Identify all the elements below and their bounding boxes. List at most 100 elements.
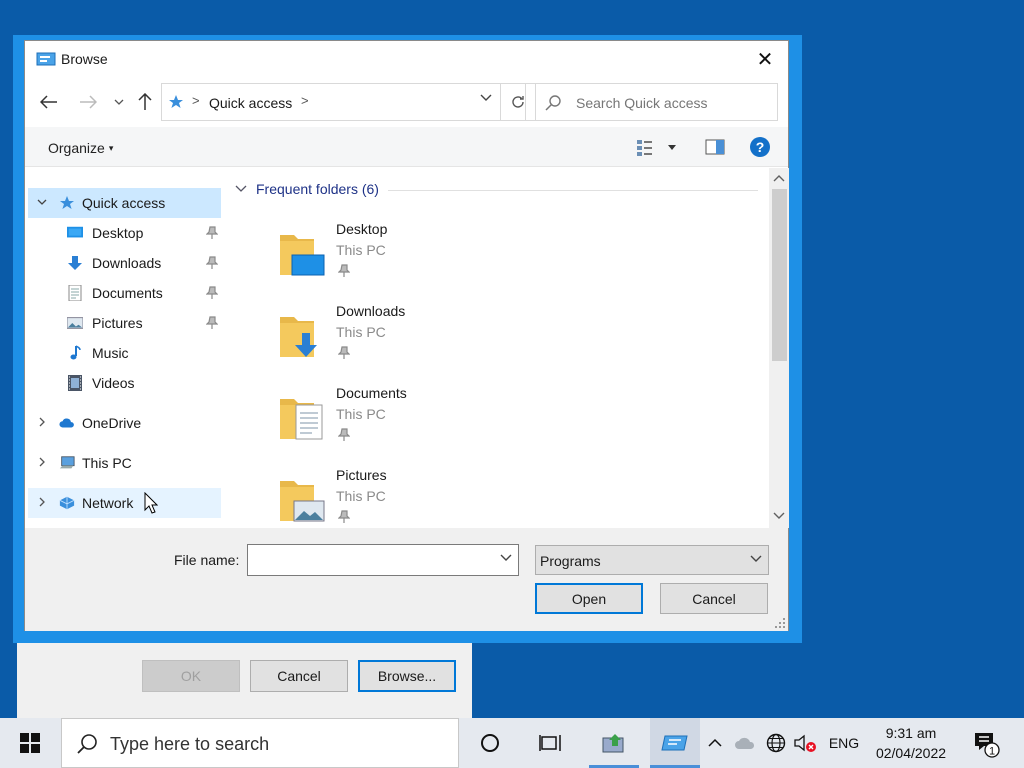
network-tray-button[interactable] [763, 718, 789, 768]
folder-location: This PC [336, 242, 386, 258]
clock-date: 02/04/2022 [875, 745, 947, 761]
run-app-icon [661, 735, 688, 751]
sidebar-item-label: Videos [92, 375, 135, 391]
taskbar-app-run[interactable] [650, 718, 700, 768]
volume-muted-icon [794, 734, 816, 752]
dialog-title: Browse [61, 51, 108, 67]
sidebar-item-label: OneDrive [82, 415, 142, 431]
scroll-up-arrow-icon[interactable] [773, 173, 785, 183]
organize-button[interactable]: Organize ▾ [48, 140, 113, 156]
sidebar-item-documents[interactable]: Documents [28, 278, 221, 308]
sidebar-item-label: Network [82, 495, 134, 511]
background-cancel-button[interactable]: Cancel [250, 660, 348, 692]
sidebar-item-label: Quick access [82, 195, 166, 211]
chevron-up-icon [708, 738, 722, 747]
title-bar[interactable]: Browse ✕ [25, 41, 788, 77]
pin-icon [338, 346, 350, 359]
action-center-button[interactable]: 1 [966, 718, 1006, 768]
scrollbar-thumb[interactable] [772, 189, 787, 361]
start-button[interactable] [0, 718, 60, 768]
file-type-select[interactable]: Programs [535, 545, 769, 575]
change-view-icon[interactable] [636, 137, 656, 157]
windows-logo-icon [20, 733, 40, 753]
preview-pane-icon[interactable] [705, 137, 725, 157]
address-dropdown-icon[interactable] [480, 92, 492, 102]
back-arrow-icon[interactable] [38, 91, 60, 113]
sidebar-item-pictures[interactable]: Pictures [28, 308, 221, 338]
list-item-documents[interactable]: Documents This PC [278, 385, 528, 457]
sidebar-item-music[interactable]: Music [28, 338, 221, 368]
expand-chevron-icon[interactable] [36, 496, 48, 508]
onedrive-tray-button[interactable] [732, 718, 758, 768]
sidebar-item-network[interactable]: Network [28, 488, 221, 518]
sidebar-item-this-pc[interactable]: This PC [28, 448, 221, 478]
sidebar-item-quick-access[interactable]: Quick access [28, 188, 221, 218]
forward-arrow-icon[interactable] [77, 91, 99, 113]
expand-chevron-icon[interactable] [36, 416, 48, 428]
scroll-down-arrow-icon[interactable] [773, 511, 785, 521]
this-pc-icon [59, 456, 75, 469]
folder-name: Desktop [336, 221, 388, 237]
recent-locations-chevron-icon[interactable] [108, 91, 130, 113]
folder-name: Downloads [336, 303, 406, 319]
address-bar[interactable]: > Quick access > [161, 83, 501, 121]
show-hidden-icons-button[interactable] [704, 718, 726, 768]
command-toolbar: Organize ▾ ? [25, 127, 788, 167]
run-app-icon [36, 52, 56, 66]
resize-grip-icon[interactable] [774, 617, 786, 629]
pin-icon [206, 286, 218, 299]
documents-icon [68, 285, 82, 301]
navigation-pane: Quick access Desktop Downloads Documents… [25, 168, 235, 528]
close-button[interactable]: ✕ [750, 46, 780, 72]
collapse-chevron-icon[interactable] [36, 196, 48, 208]
taskbar: Type here to search ENG 9:31 am 02/04/20… [0, 718, 1024, 768]
pin-icon [338, 264, 350, 277]
file-name-label: File name: [174, 552, 240, 568]
sidebar-item-downloads[interactable]: Downloads [28, 248, 221, 278]
sidebar-item-videos[interactable]: Videos [28, 368, 221, 398]
onedrive-cloud-icon [735, 737, 755, 749]
taskbar-clock[interactable]: 9:31 am 02/04/2022 [858, 723, 964, 763]
sidebar-item-desktop[interactable]: Desktop [28, 218, 221, 248]
background-browse-button[interactable]: Browse... [358, 660, 456, 692]
desktop-icon [67, 226, 83, 238]
taskbar-search-box[interactable]: Type here to search [61, 718, 459, 768]
list-item-downloads[interactable]: Downloads This PC [278, 303, 528, 375]
downloads-icon [68, 256, 82, 270]
taskbar-search-input[interactable]: Type here to search [110, 734, 269, 755]
sidebar-item-onedrive[interactable]: OneDrive [28, 408, 221, 438]
group-header[interactable]: Frequent folders (6) [235, 181, 379, 197]
view-options-caret-icon[interactable] [667, 137, 677, 157]
file-name-input[interactable] [247, 544, 519, 576]
cancel-button[interactable]: Cancel [660, 583, 768, 614]
open-button[interactable]: Open [535, 583, 643, 614]
search-box[interactable]: Search Quick access [525, 83, 778, 121]
group-collapse-chevron-icon[interactable] [235, 184, 247, 194]
cortana-button[interactable] [465, 718, 515, 768]
file-name-dropdown-icon[interactable] [500, 552, 512, 562]
search-input[interactable]: Search Quick access [576, 95, 708, 111]
network-icon [59, 496, 75, 510]
task-view-button[interactable] [525, 718, 575, 768]
list-item-desktop[interactable]: Desktop This PC [278, 221, 528, 293]
group-divider [388, 190, 758, 191]
sidebar-item-label: Downloads [92, 255, 162, 271]
taskbar-app-file-explorer[interactable] [589, 718, 639, 768]
vertical-scrollbar[interactable] [769, 168, 789, 528]
sidebar-item-label: Desktop [92, 225, 144, 241]
quick-access-star-icon [60, 196, 74, 209]
quick-access-star-icon [169, 95, 183, 108]
expand-chevron-icon[interactable] [36, 456, 48, 468]
help-icon[interactable]: ? [749, 136, 771, 158]
folder-location: This PC [336, 324, 386, 340]
desktop-folder-icon [280, 235, 325, 276]
volume-tray-button[interactable] [792, 718, 818, 768]
up-arrow-icon[interactable] [134, 91, 156, 113]
folder-location: This PC [336, 488, 386, 504]
notification-icon: 1 [975, 733, 1000, 758]
file-type-dropdown-icon[interactable] [750, 553, 762, 563]
address-location[interactable]: Quick access [209, 95, 292, 111]
music-icon [70, 345, 81, 360]
pin-icon [338, 428, 350, 441]
address-separator-trailing[interactable]: > [301, 93, 309, 108]
